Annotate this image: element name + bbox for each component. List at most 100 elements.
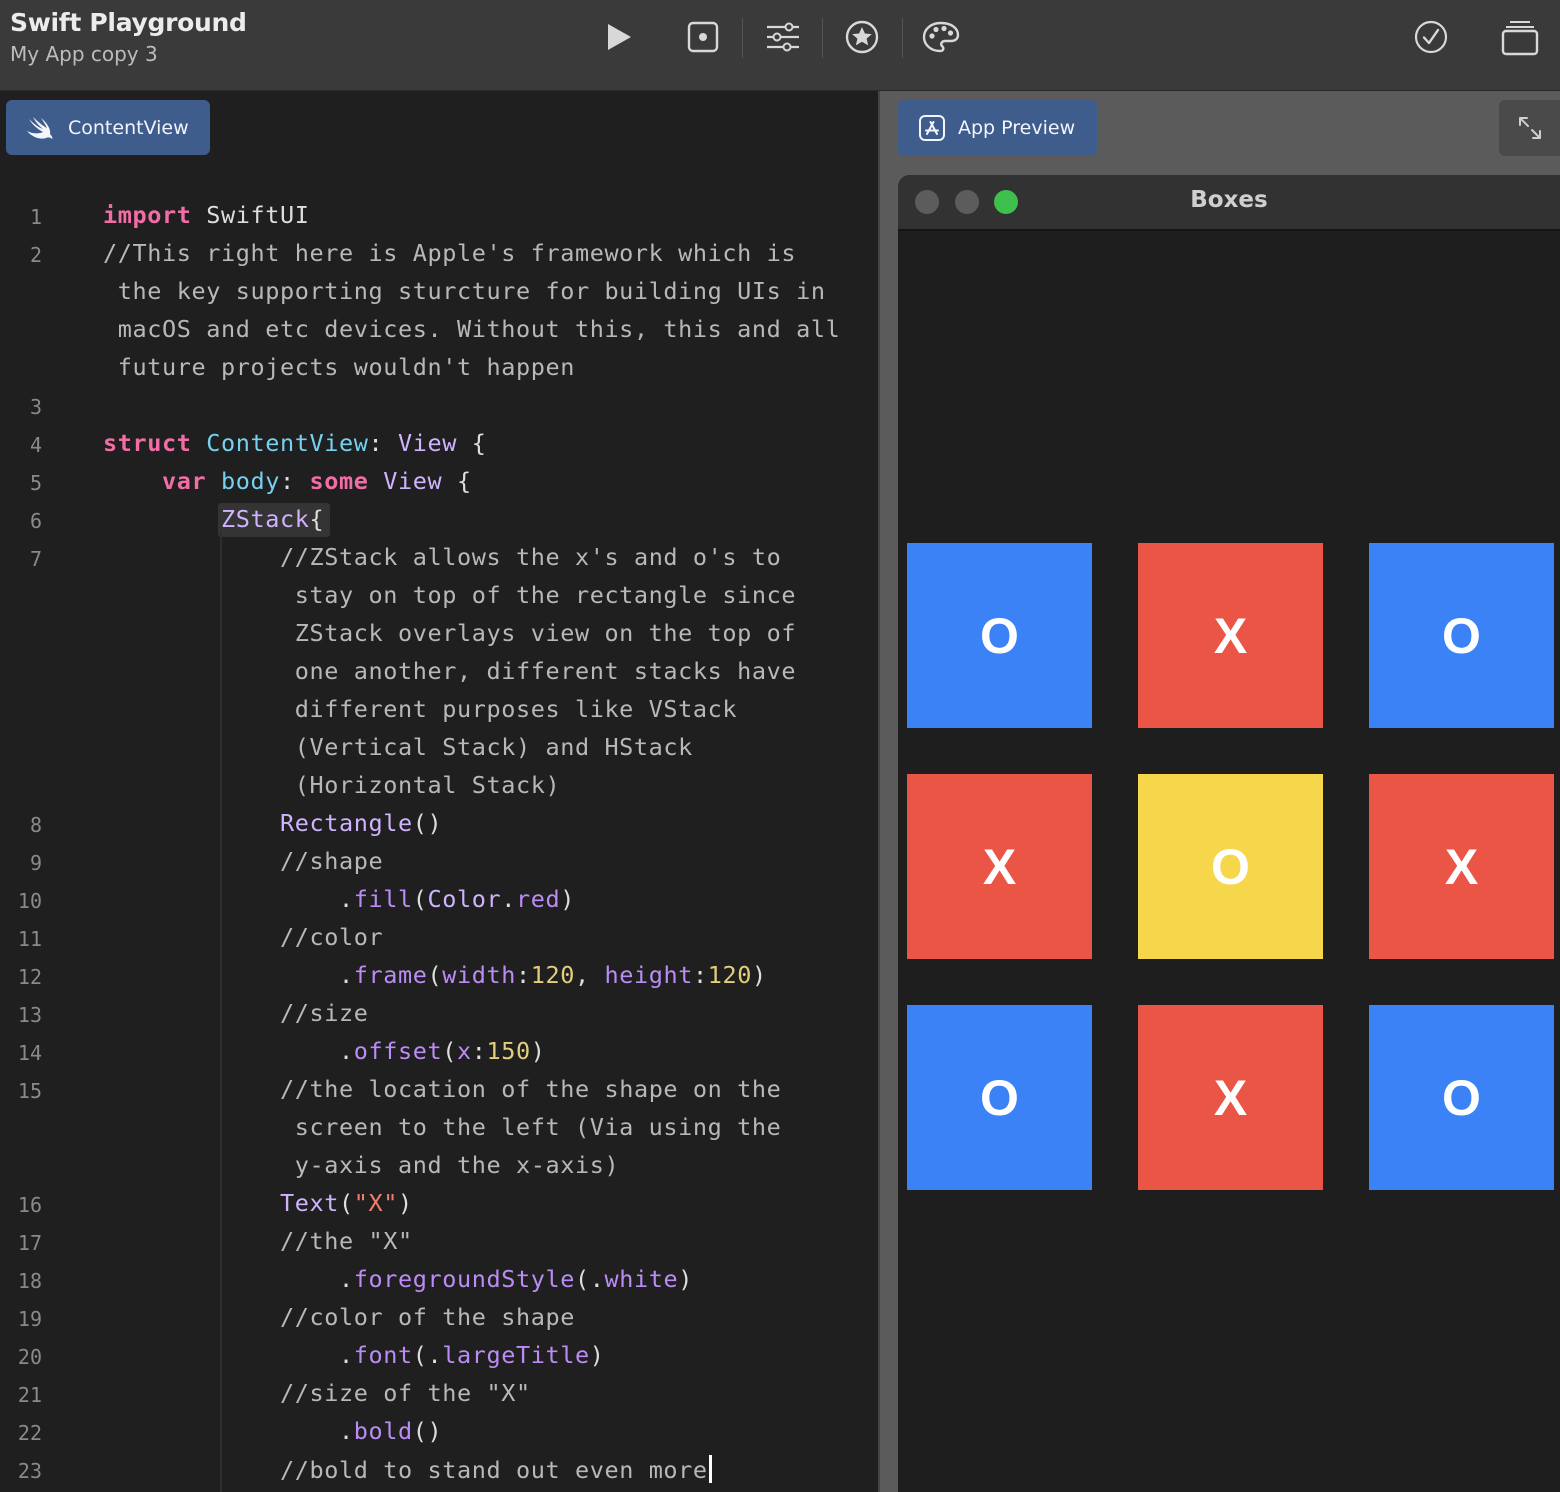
code-token: . [103, 1341, 354, 1369]
code-token: 150 [486, 1037, 531, 1065]
line-number: 21 [17, 1383, 42, 1407]
windows-button[interactable] [1497, 14, 1543, 60]
code-token: "X" [353, 1189, 398, 1217]
code-token: y-axis and the x-axis) [103, 1151, 620, 1179]
line-number: 16 [17, 1193, 42, 1217]
code-token: future projects wouldn't happen [103, 353, 575, 381]
code-token: ZStack overlays view on the top of [103, 619, 797, 647]
code-token: ) [530, 1037, 546, 1065]
line-number: 12 [17, 965, 42, 989]
code-line: (Vertical Stack) and HStack [103, 733, 693, 761]
appearance-button[interactable] [918, 14, 964, 60]
line-number: 23 [17, 1459, 42, 1483]
tile-2-1[interactable]: X [907, 774, 1092, 959]
code-token: . [103, 885, 354, 913]
run-button[interactable] [596, 14, 642, 60]
code-token: (. [574, 1265, 605, 1293]
preview-tab-label: App Preview [958, 117, 1076, 139]
code-token: ) [397, 1189, 413, 1217]
code-token: SwiftUI [191, 201, 310, 229]
window-title: Boxes [1190, 187, 1268, 213]
tile-1-1[interactable]: O [907, 543, 1092, 728]
code-token: View [397, 429, 457, 457]
tile-label: X [1444, 838, 1479, 895]
code-token: () [412, 809, 443, 837]
window-titlebar: Boxes [898, 175, 1560, 231]
code-token: var [162, 467, 207, 495]
code-token: screen to the left (Via using the [103, 1113, 782, 1141]
code-line: .bold() [103, 1417, 442, 1445]
line-number: 4 [29, 433, 42, 457]
code-token: stay on top of the rectangle since [103, 581, 797, 609]
code-token: ( [442, 1037, 457, 1065]
line-number: 8 [29, 813, 42, 837]
stop-button[interactable] [680, 14, 726, 60]
code-token: //bold to stand out even more [279, 1456, 708, 1484]
code-line: //the location of the shape on the [103, 1075, 781, 1103]
code-token: 120 [530, 961, 575, 989]
code-token: //color [279, 923, 384, 951]
settings-button[interactable] [760, 14, 806, 60]
tile-1-3[interactable]: O [1369, 543, 1554, 728]
app-store-icon [919, 115, 945, 141]
sliders-icon [767, 22, 799, 52]
code-token: largeTitle [442, 1341, 590, 1369]
toolbar-separator [822, 18, 823, 58]
code-token: { [309, 505, 325, 533]
tile-label: O [980, 1069, 1019, 1126]
line-number: 13 [17, 1003, 42, 1027]
line-number: 10 [17, 889, 42, 913]
line-number: 2 [29, 243, 42, 267]
code-token: //ZStack allows the x's and o's to [279, 543, 782, 571]
code-token: . [103, 1417, 354, 1445]
code-line: //size [103, 999, 368, 1027]
tile-2-2[interactable]: O [1138, 774, 1323, 959]
code-token: //color of the shape [279, 1303, 575, 1331]
check-button[interactable] [1408, 14, 1454, 60]
line-number: 17 [17, 1231, 42, 1255]
line-number: 20 [17, 1345, 42, 1369]
code-token: ) [560, 885, 575, 913]
code-line: different purposes like VStack [103, 695, 737, 723]
code-token: ( [427, 961, 443, 989]
line-number: 1 [29, 205, 42, 229]
code-line: .font(.largeTitle) [103, 1341, 604, 1369]
code-token: //size of the "X" [279, 1379, 531, 1407]
code-line: .frame(width:120, height:120) [103, 961, 767, 989]
tile-3-1[interactable]: O [907, 1005, 1092, 1190]
code-line: .offset(x:150) [103, 1037, 545, 1065]
code-token: x [456, 1037, 472, 1065]
favorites-button[interactable] [839, 14, 885, 60]
code-token: : [368, 429, 398, 457]
code-line: (Horizontal Stack) [103, 771, 560, 799]
line-number: 7 [29, 547, 42, 571]
code-token: View [383, 467, 443, 495]
code-token: . [103, 1037, 354, 1065]
code-line: struct ContentView: View { [103, 429, 486, 457]
tile-1-2[interactable]: X [1138, 543, 1323, 728]
code-token: Rectangle [279, 809, 413, 837]
line-number: 3 [29, 395, 42, 419]
tile-3-2[interactable]: X [1138, 1005, 1323, 1190]
tile-3-3[interactable]: O [1369, 1005, 1554, 1190]
code-area[interactable]: 1 import SwiftUI 2 //This right here is App… [0, 91, 878, 1492]
code-token: one another, different stacks have [103, 657, 797, 685]
code-line: ZStack{ [103, 505, 324, 533]
expand-button[interactable] [1499, 100, 1560, 156]
tab-app-preview[interactable]: App Preview [898, 100, 1097, 156]
code-line: //size of the "X" [103, 1379, 531, 1407]
tile-label: X [1213, 1069, 1248, 1126]
code-line: import SwiftUI [103, 201, 310, 229]
stop-icon [687, 21, 719, 53]
code-token: foregroundStyle [353, 1265, 575, 1293]
tile-2-3[interactable]: X [1369, 774, 1554, 959]
code-line: Text("X") [103, 1189, 413, 1217]
line-number: 15 [17, 1079, 42, 1103]
